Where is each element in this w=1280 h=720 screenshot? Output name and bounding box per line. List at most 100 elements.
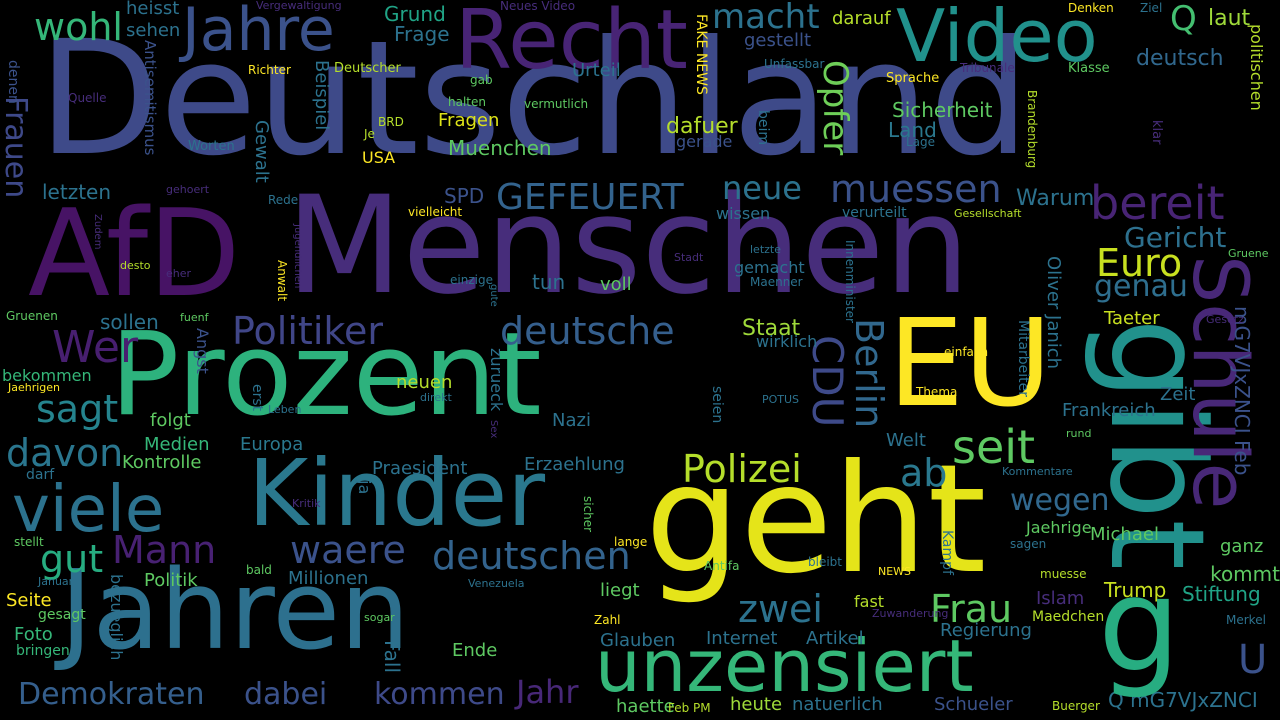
cloud-word: Berlin bbox=[847, 318, 891, 429]
cloud-word: BRD bbox=[378, 115, 404, 129]
cloud-word: seit bbox=[952, 420, 1036, 474]
cloud-word: U bbox=[1238, 637, 1268, 683]
cloud-word: denen bbox=[5, 60, 21, 104]
cloud-word: neuen bbox=[396, 372, 453, 393]
cloud-word: gestellt bbox=[744, 30, 812, 51]
cloud-word: Angst bbox=[193, 328, 212, 374]
cloud-word: Michael bbox=[1090, 524, 1159, 545]
cloud-word: Demokraten bbox=[18, 677, 205, 712]
cloud-word: Beispiel bbox=[311, 60, 332, 131]
cloud-word: Vergewaltigung bbox=[256, 0, 342, 12]
cloud-word: Gericht bbox=[1124, 221, 1227, 254]
cloud-word: sagt bbox=[36, 387, 119, 431]
cloud-word: politischen bbox=[1247, 24, 1266, 111]
cloud-word: Jahr bbox=[516, 673, 579, 711]
cloud-word: rund bbox=[1066, 427, 1092, 440]
cloud-word: Mann bbox=[112, 528, 217, 572]
cloud-word: seien bbox=[709, 386, 725, 424]
cloud-word: Lage bbox=[906, 135, 936, 149]
cloud-word: Tribunale bbox=[960, 61, 1015, 75]
cloud-word: Unfassbar bbox=[764, 57, 825, 71]
cloud-word: muessen bbox=[830, 167, 1002, 211]
cloud-word: Brandenburg bbox=[1025, 90, 1039, 169]
cloud-word: gute bbox=[488, 284, 499, 307]
cloud-word: Europa bbox=[240, 434, 304, 455]
cloud-word: Merkel bbox=[1226, 613, 1266, 627]
cloud-word: Zudem bbox=[92, 214, 103, 250]
cloud-word: Neues Video bbox=[500, 0, 576, 13]
cloud-word: voll bbox=[600, 274, 632, 295]
cloud-word: sollen bbox=[100, 310, 159, 334]
cloud-word: Maenner bbox=[750, 275, 803, 289]
cloud-word: deutsche bbox=[500, 309, 675, 353]
cloud-word: gerade bbox=[676, 132, 733, 151]
cloud-word: heisst bbox=[126, 0, 180, 19]
cloud-word: Q bbox=[1170, 0, 1197, 39]
cloud-word: gab bbox=[470, 73, 493, 87]
cloud-word: Venezuela bbox=[468, 577, 525, 590]
cloud-word: macht bbox=[712, 0, 820, 37]
cloud-word: Frauen bbox=[0, 96, 33, 199]
cloud-word: desto bbox=[120, 259, 151, 272]
cloud-word: beim bbox=[755, 110, 771, 146]
cloud-word: heute bbox=[730, 694, 783, 715]
cloud-word: letzte bbox=[750, 243, 781, 256]
cloud-word: direkt bbox=[420, 391, 452, 404]
cloud-word: Fragen bbox=[438, 110, 500, 131]
cloud-word: Sicherheit bbox=[892, 98, 993, 122]
cloud-word: tun bbox=[532, 270, 566, 294]
cloud-word: sagen bbox=[1010, 537, 1047, 551]
cloud-word: Fall bbox=[380, 640, 404, 674]
cloud-word: deutschen bbox=[432, 534, 631, 578]
cloud-word: Buerger bbox=[1052, 699, 1100, 713]
cloud-word: Frage bbox=[394, 22, 450, 46]
cloud-word: eher bbox=[166, 267, 192, 280]
cloud-word: Zuwanderung bbox=[872, 607, 949, 620]
cloud-word: Rede bbox=[268, 193, 299, 207]
cloud-word: wissen bbox=[716, 204, 771, 223]
cloud-word: bringen bbox=[16, 643, 70, 659]
cloud-word: gemacht bbox=[734, 258, 805, 277]
cloud-word: Kampf bbox=[939, 530, 955, 575]
cloud-word: Kontrolle bbox=[122, 452, 202, 473]
cloud-word: Leben bbox=[268, 403, 302, 416]
cloud-word: Zahl bbox=[594, 613, 621, 627]
cloud-word: Stiftung bbox=[1182, 582, 1261, 606]
cloud-word: Deutscher bbox=[334, 61, 401, 76]
cloud-word: folgt bbox=[150, 410, 191, 431]
cloud-word: Quelle bbox=[68, 91, 107, 105]
cloud-word: Taeter bbox=[1104, 308, 1160, 329]
cloud-word: ganz bbox=[1220, 536, 1264, 557]
cloud-word: Kritik bbox=[292, 497, 321, 510]
cloud-word: Maedchen bbox=[1032, 609, 1105, 625]
cloud-word: Sprache bbox=[886, 71, 940, 86]
cloud-word: AfD bbox=[28, 185, 241, 324]
cloud-word: Mitarbeiter bbox=[1015, 320, 1031, 398]
cloud-word: kommt bbox=[1210, 562, 1280, 586]
cloud-word: Innenminister bbox=[843, 240, 857, 323]
cloud-word: fuenf bbox=[180, 311, 209, 324]
cloud-word: lange bbox=[614, 535, 648, 549]
cloud-word: gut bbox=[40, 537, 104, 581]
cloud-word: Praesident bbox=[372, 458, 468, 479]
cloud-word: Anwalt bbox=[275, 260, 289, 302]
cloud-word: Feb PM bbox=[668, 701, 711, 715]
cloud-word: dabei bbox=[244, 677, 328, 712]
cloud-word: mG7VJxZNCI Feb bbox=[1230, 306, 1254, 476]
cloud-word: bleibt bbox=[808, 555, 842, 569]
cloud-word: wohl bbox=[34, 5, 123, 49]
cloud-word: bald bbox=[246, 563, 272, 577]
cloud-word: Frankreich bbox=[1062, 400, 1156, 421]
cloud-word: USA bbox=[362, 148, 396, 167]
cloud-word: laut bbox=[1208, 6, 1251, 31]
cloud-word: Jugendlichen bbox=[292, 224, 303, 289]
cloud-word: natuerlich bbox=[792, 694, 883, 715]
cloud-word: Denken bbox=[1068, 1, 1114, 15]
cloud-word: Gesellschaft bbox=[954, 207, 1022, 220]
cloud-word: Politik bbox=[144, 570, 198, 591]
cloud-word: Gesetz bbox=[1206, 313, 1244, 326]
cloud-word: Januar bbox=[38, 575, 74, 588]
cloud-word: Opfer bbox=[815, 60, 855, 156]
cloud-word: Schueler bbox=[934, 694, 1013, 715]
cloud-word: zurueck bbox=[487, 348, 506, 412]
